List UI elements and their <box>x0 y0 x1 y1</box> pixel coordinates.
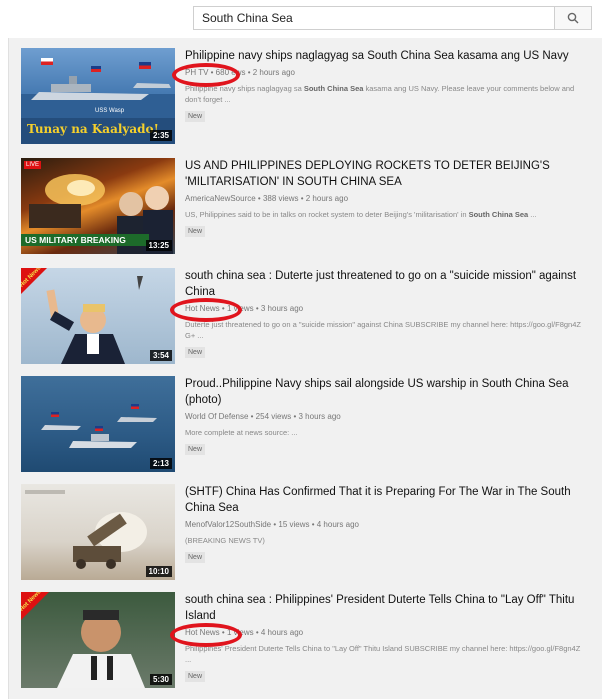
video-description: US, Philippines said to be in talks on r… <box>185 210 537 219</box>
video-channel-info: World Of Defense • 254 views • 3 hours a… <box>185 412 341 421</box>
video-result[interactable]: USS Wasp Tunay na Kaalyado! 2:35 Philipp… <box>21 48 591 148</box>
video-result[interactable]: 10:10 (SHTF) China Has Confirmed That it… <box>21 484 591 584</box>
video-thumbnail[interactable]: USS Wasp Tunay na Kaalyado! 2:35 <box>21 48 175 144</box>
new-badge: New <box>185 444 206 455</box>
new-badge: New <box>185 671 206 682</box>
channel-name[interactable]: PH TV <box>185 68 208 77</box>
thumbnail-caption: Tunay na Kaalyado! <box>27 122 159 136</box>
video-title[interactable]: south china sea : Philippines' President… <box>185 592 585 624</box>
video-meta-tail: • 1 views • 3 hours ago <box>221 304 304 313</box>
video-title[interactable]: Proud..Philippine Navy ships sail alongs… <box>185 376 585 408</box>
video-duration: 2:35 <box>149 130 172 141</box>
search-results: USS Wasp Tunay na Kaalyado! 2:35 Philipp… <box>8 38 602 699</box>
video-thumbnail[interactable]: Hot News 5:30 <box>21 592 175 688</box>
video-title[interactable]: (SHTF) China Has Confirmed That it is Pr… <box>185 484 585 516</box>
video-title[interactable]: US AND PHILIPPINES DEPLOYING ROCKETS TO … <box>185 158 585 190</box>
view-count-partial: 680 <box>215 68 230 77</box>
video-result[interactable]: LIVE US MILITARY BREAKING 13:25 US AND P… <box>21 158 591 258</box>
new-badge: New <box>185 552 206 563</box>
video-title[interactable]: Philippine navy ships naglagyag sa South… <box>185 48 585 64</box>
video-description: More complete at news source: ... <box>185 428 298 437</box>
video-channel-info: Hot News • 1 views • 4 hours ago <box>185 627 585 638</box>
video-duration: 13:25 <box>145 240 172 251</box>
new-badge: New <box>185 347 206 358</box>
video-duration: 5:30 <box>149 674 172 685</box>
video-meta-tail: • 1 views • 4 hours ago <box>221 628 304 637</box>
video-title[interactable]: south china sea : Duterte just threatene… <box>185 268 585 300</box>
video-channel-info: PH TV • 680 ews • 2 hours ago <box>185 68 295 77</box>
video-thumbnail[interactable]: Hot News 3:54 <box>21 268 175 364</box>
video-description: (BREAKING NEWS TV) <box>185 536 265 545</box>
search-button[interactable] <box>554 6 592 30</box>
video-channel-info: MenofValor12SouthSide • 15 views • 4 hou… <box>185 520 360 529</box>
video-thumbnail[interactable]: 10:10 <box>21 484 175 580</box>
video-duration: 10:10 <box>145 566 172 577</box>
thumbnail-caption: US MILITARY BREAKING <box>21 234 149 246</box>
channel-name[interactable]: Hot News <box>185 304 220 313</box>
video-duration: 2:13 <box>149 458 172 469</box>
video-channel-info: Hot News • 1 views • 3 hours ago <box>185 303 585 314</box>
video-result[interactable]: Hot News 5:30 south china sea : Philippi… <box>21 592 591 692</box>
video-description: Philippines' President Duterte Tells Chi… <box>185 644 581 664</box>
video-thumbnail[interactable]: 2:13 <box>21 376 175 472</box>
video-duration: 3:54 <box>149 350 172 361</box>
video-channel-info: AmericaNewSource • 388 views • 2 hours a… <box>185 194 349 203</box>
video-thumbnail[interactable]: LIVE US MILITARY BREAKING 13:25 <box>21 158 175 254</box>
video-meta-tail: ews • 2 hours ago <box>231 68 295 77</box>
video-result[interactable]: Hot News 3:54 south china sea : Duterte … <box>21 268 591 368</box>
channel-name[interactable]: Hot News <box>185 628 220 637</box>
video-result[interactable]: 2:13 Proud..Philippine Navy ships sail a… <box>21 376 591 476</box>
thumbnail-small-text: USS Wasp <box>95 108 125 114</box>
live-badge: LIVE <box>24 161 42 169</box>
logo[interactable] <box>22 12 82 28</box>
top-bar: South China Sea <box>0 0 602 38</box>
video-description: Philippine navy ships naglagyag sa South… <box>185 84 575 104</box>
new-badge: New <box>185 226 206 237</box>
search-input[interactable]: South China Sea <box>193 6 554 30</box>
search-icon <box>567 12 579 24</box>
video-description: Duterte just threatened to go on a "suic… <box>185 320 581 340</box>
new-badge: New <box>185 111 206 122</box>
